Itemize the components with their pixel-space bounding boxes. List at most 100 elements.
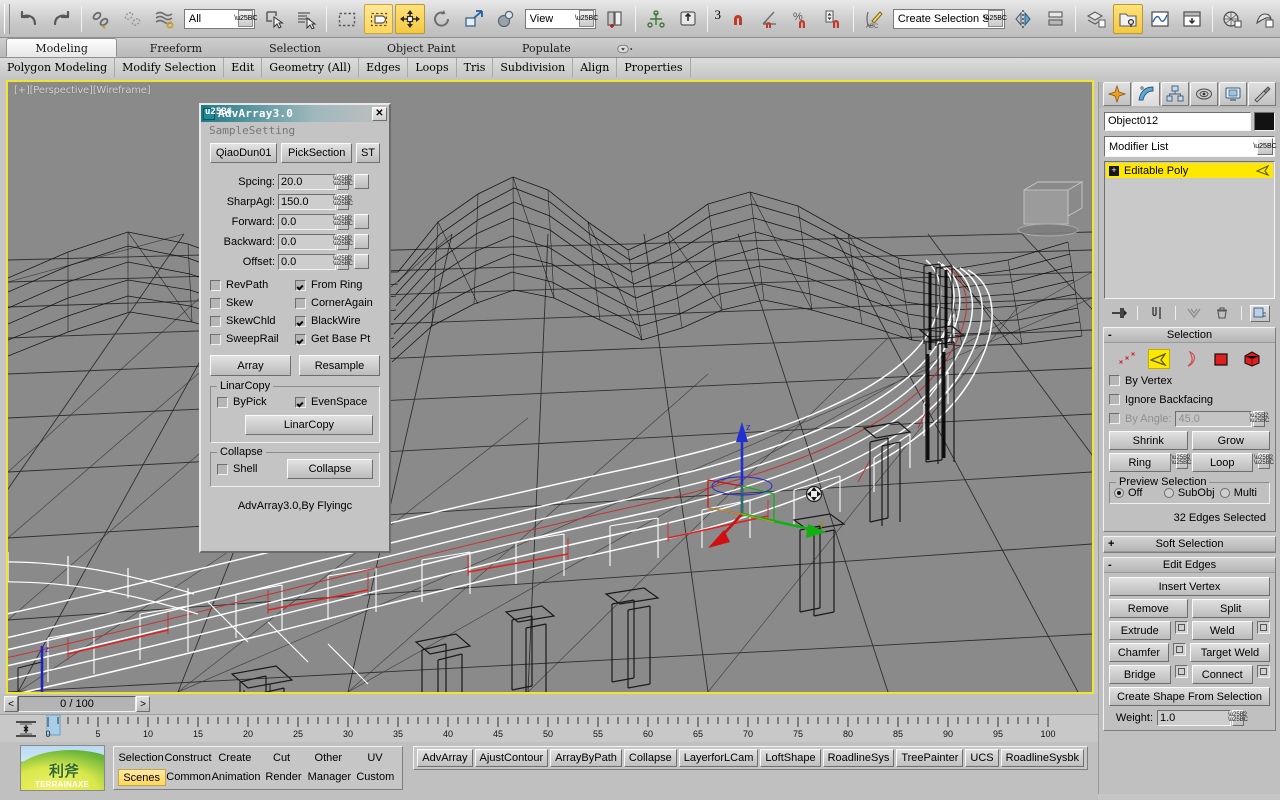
bind-to-space-warp-icon[interactable] — [150, 4, 180, 34]
sharpagl-spinner[interactable]: \u25B2 \u25BC — [333, 193, 353, 210]
display-tab-icon[interactable] — [1219, 82, 1247, 106]
frame-indicator[interactable]: 0 / 100 — [18, 696, 136, 712]
named-selection-sets-combo[interactable]: Create Selection Set \u25BC — [892, 8, 1007, 29]
snaps-toggle-icon[interactable] — [723, 4, 753, 34]
shell-checkbox[interactable]: Shell — [217, 460, 279, 478]
hierarchy-tab-icon[interactable] — [1161, 82, 1189, 106]
edit-named-selection-sets-icon[interactable]: ABC — [859, 4, 889, 34]
st-button[interactable]: ST — [356, 143, 380, 163]
ignore-backfacing-checkbox[interactable]: Ignore Backfacing — [1109, 390, 1270, 409]
script-button-roadlinesys[interactable]: RoadlineSys — [822, 749, 895, 767]
motion-tab-icon[interactable] — [1190, 82, 1218, 106]
by-angle-spinner[interactable]: \u25B2 \u25BC — [1249, 410, 1270, 427]
tab-construct[interactable]: Construct — [164, 750, 211, 767]
vertex-icon[interactable] — [1117, 349, 1139, 369]
utilities-tab-icon[interactable] — [1248, 82, 1276, 106]
backward-spinner[interactable]: \u25B2 \u25BC — [333, 233, 353, 250]
grow-button[interactable]: Grow — [1191, 431, 1270, 450]
remove-modifier-icon[interactable] — [1212, 305, 1232, 322]
select-and-rotate-icon[interactable] — [427, 4, 457, 34]
script-button-arraybypath[interactable]: ArrayByPath — [550, 749, 622, 767]
ribbon-panel-geometry-all[interactable]: Geometry (All) — [262, 58, 360, 77]
corneragain-checkbox[interactable]: CornerAgain — [295, 294, 380, 312]
toolbar-grip[interactable] — [4, 3, 10, 34]
edge-icon[interactable] — [1147, 349, 1170, 369]
weld-button[interactable]: Weld — [1191, 621, 1253, 640]
close-icon[interactable]: ✕ — [372, 106, 387, 121]
chevron-down-icon-2[interactable]: \u25BC — [575, 10, 598, 27]
layer-explorer-icon[interactable] — [1081, 4, 1111, 34]
unlink-icon[interactable] — [118, 4, 148, 34]
backward-input[interactable]: 0.0 — [278, 233, 336, 250]
object-color-swatch[interactable] — [1254, 112, 1275, 131]
forward-spinner[interactable]: \u25B2 \u25BC — [333, 213, 353, 230]
evenspace-checkbox[interactable]: EvenSpace — [295, 393, 373, 411]
script-button-loftshape[interactable]: LoftShape — [760, 749, 821, 767]
selection-rollout-header[interactable]: - Selection — [1104, 328, 1275, 343]
linarcopy-button[interactable]: LinarCopy — [245, 415, 373, 435]
window-crossing-toggle-icon[interactable] — [363, 3, 394, 34]
reference-coordinate-combo[interactable]: View \u25BC — [524, 8, 598, 29]
ribbon-panel-properties[interactable]: Properties — [617, 58, 691, 77]
chevron-down-icon-3[interactable]: \u25BC — [984, 10, 1007, 27]
timeline-track[interactable]: 0 5 10 15 20 25 30 35 40 45 50 55 60 65 70 75 80 85 90… — [0, 714, 1098, 743]
offset-extra-button[interactable] — [354, 254, 369, 269]
chevron-down-icon-modifier[interactable]: \u25BC — [1253, 138, 1277, 155]
perspective-viewport[interactable]: [+][Perspective][Wireframe] z y z — [6, 80, 1094, 694]
offset-input[interactable]: 0.0 — [278, 253, 336, 270]
script-button-treepainter[interactable]: TreePainter — [896, 749, 964, 767]
tab-scenes[interactable]: Scenes — [117, 769, 166, 786]
graph-editors-icon[interactable] — [1145, 4, 1175, 34]
ribbon-panel-edges[interactable]: Edges — [359, 58, 409, 77]
create-shape-from-selection-button[interactable]: Create Shape From Selection — [1109, 687, 1270, 706]
by-angle-checkbox[interactable]: By Angle: 45.0 \u25B2 \u25BC — [1109, 409, 1270, 428]
selection-filter-combo[interactable]: All \u25BC — [183, 8, 258, 29]
element-icon[interactable] — [1241, 349, 1263, 369]
ribbon-tab-populate[interactable]: Populate — [487, 38, 606, 57]
sweeprail-checkbox[interactable]: SweepRail — [210, 330, 295, 348]
align-icon[interactable] — [673, 4, 703, 34]
tab-cut[interactable]: Cut — [258, 750, 305, 767]
script-button-layerforlcam[interactable]: LayerforLCam — [678, 749, 759, 767]
redo-icon[interactable] — [46, 4, 76, 34]
script-button-roadlinesysbk[interactable]: RoadlineSysbk — [1000, 749, 1084, 767]
spacing-extra-button[interactable] — [354, 174, 369, 189]
tab-custom[interactable]: Custom — [352, 769, 398, 786]
offset-spinner[interactable]: \u25B2 \u25BC — [333, 253, 353, 270]
align-objects-icon[interactable] — [1041, 4, 1071, 34]
configure-modifier-sets-icon[interactable] — [1249, 304, 1270, 322]
by-angle-input[interactable]: 45.0 — [1175, 410, 1253, 427]
preview-off-radio[interactable]: Off — [1114, 487, 1164, 499]
ring-button[interactable]: Ring — [1109, 453, 1171, 472]
spacing-spinner[interactable]: \u25B2 \u25BC — [333, 173, 353, 190]
polygon-icon[interactable] — [1210, 349, 1232, 369]
prev-frame-button[interactable]: < — [4, 696, 18, 712]
getbasept-checkbox[interactable]: Get Base Pt — [295, 330, 380, 348]
skew-checkbox[interactable]: Skew — [210, 294, 295, 312]
ribbon-overflow-dropdown[interactable] — [606, 38, 646, 57]
tab-create[interactable]: Create — [212, 750, 259, 767]
use-selection-center-icon[interactable] — [641, 4, 671, 34]
angle-snap-icon[interactable] — [755, 4, 785, 34]
fromring-checkbox[interactable]: From Ring — [295, 276, 380, 294]
ring-spinner[interactable]: \u25B2 \u25BC — [1172, 453, 1192, 469]
mirror-icon[interactable] — [1009, 4, 1039, 34]
preview-subobj-radio[interactable]: SubObj — [1163, 487, 1220, 499]
weight-input[interactable]: 1.0 — [1157, 710, 1231, 726]
expand-icon[interactable]: + — [1109, 165, 1119, 176]
ribbon-tab-object-paint[interactable]: Object Paint — [356, 38, 487, 57]
picksection-button[interactable]: PickSection — [281, 143, 352, 163]
remove-button[interactable]: Remove — [1109, 599, 1188, 618]
tab-render[interactable]: Render — [261, 769, 307, 786]
chamfer-settings-icon[interactable] — [1172, 643, 1186, 656]
ribbon-panel-align[interactable]: Align — [573, 58, 618, 77]
script-button-collapse[interactable]: Collapse — [623, 749, 677, 767]
connect-button[interactable]: Connect — [1191, 665, 1253, 684]
tab-common[interactable]: Common — [166, 769, 212, 786]
tab-manager[interactable]: Manager — [306, 769, 352, 786]
make-unique-icon[interactable] — [1184, 305, 1204, 322]
advarray-dialog[interactable]: AdvArray3.0 ✕ SampleSetting QiaoDun01 Pi… — [199, 103, 391, 553]
open-mini-curve-editor-icon[interactable] — [14, 719, 38, 739]
by-vertex-checkbox[interactable]: By Vertex — [1109, 371, 1270, 390]
tab-selection[interactable]: Selection — [118, 750, 165, 767]
